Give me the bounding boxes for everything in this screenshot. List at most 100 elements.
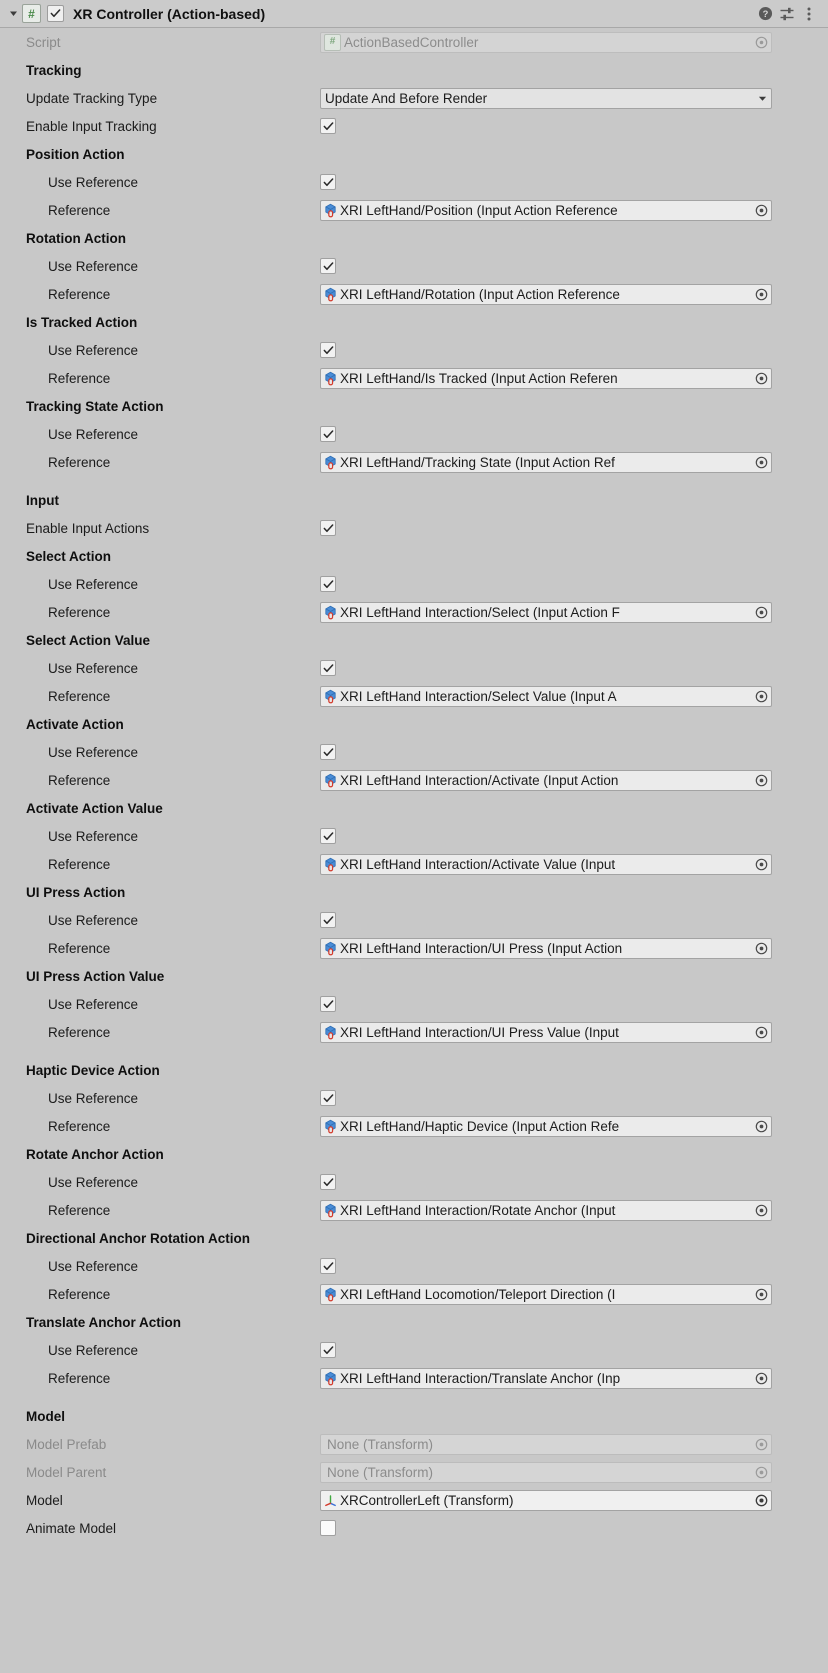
reference-object-field[interactable]: XRI LeftHand Interaction/Activate Value … bbox=[320, 853, 772, 875]
reference-value: XRI LeftHand/Rotation (Input Action Refe… bbox=[340, 286, 620, 302]
reference-value: XRI LeftHand/Position (Input Action Refe… bbox=[340, 202, 618, 218]
object-picker-icon[interactable] bbox=[752, 774, 771, 787]
reference-value: XRI LeftHand Interaction/UI Press (Input… bbox=[340, 940, 623, 956]
chevron-down-icon bbox=[753, 95, 771, 102]
row-model-prefab: Model Prefab None (Transform) bbox=[0, 1430, 828, 1458]
row-reference: Reference XRI LeftHand Interaction/Activ… bbox=[0, 850, 828, 878]
reference-object-field[interactable]: XRI LeftHand/Position (Input Action Refe… bbox=[320, 199, 772, 221]
object-picker-icon[interactable] bbox=[752, 690, 771, 703]
object-picker-icon[interactable] bbox=[752, 456, 771, 469]
row-reference: Reference XRI LeftHand Interaction/UI Pr… bbox=[0, 934, 828, 962]
row-reference: Reference XRI LeftHand Interaction/Selec… bbox=[0, 682, 828, 710]
reference-label: Reference bbox=[48, 1024, 111, 1040]
use-reference-checkbox[interactable] bbox=[320, 744, 336, 760]
row-use-reference: Use Reference bbox=[0, 570, 828, 598]
triangle-down-icon[interactable] bbox=[6, 7, 20, 21]
use-reference-checkbox[interactable] bbox=[320, 912, 336, 928]
use-reference-checkbox[interactable] bbox=[320, 1174, 336, 1190]
animate-model-checkbox[interactable] bbox=[320, 1520, 336, 1536]
page-title: XR Controller (Action-based) bbox=[73, 5, 266, 22]
row-use-reference: Use Reference bbox=[0, 1336, 828, 1364]
use-reference-checkbox[interactable] bbox=[320, 576, 336, 592]
input-action-reference-icon bbox=[322, 772, 339, 789]
reference-object-field[interactable]: XRI LeftHand Interaction/UI Press Value … bbox=[320, 1021, 772, 1043]
update-tracking-type-dropdown[interactable]: Update And Before Render bbox=[320, 87, 772, 109]
use-reference-checkbox[interactable] bbox=[320, 426, 336, 442]
kebab-menu-icon[interactable] bbox=[798, 3, 820, 25]
reference-object-field[interactable]: XRI LeftHand/Haptic Device (Input Action… bbox=[320, 1115, 772, 1137]
reference-object-field[interactable]: XRI LeftHand Interaction/Select Value (I… bbox=[320, 685, 772, 707]
use-reference-checkbox[interactable] bbox=[320, 660, 336, 676]
group-title-select-action: Select Action bbox=[26, 548, 112, 564]
object-picker-icon[interactable] bbox=[752, 606, 771, 619]
reference-value: XRI LeftHand Interaction/Activate (Input… bbox=[340, 772, 619, 788]
reference-value: XRI LeftHand Interaction/Select Value (I… bbox=[340, 688, 617, 704]
group-title-activate-action: Activate Action bbox=[26, 716, 124, 732]
tracking-action-groups: Position Action Use Reference Reference … bbox=[0, 140, 828, 476]
object-picker-icon[interactable] bbox=[752, 1372, 771, 1385]
input-action-reference-icon bbox=[322, 1024, 339, 1041]
use-reference-checkbox[interactable] bbox=[320, 996, 336, 1012]
reference-object-field[interactable]: XRI LeftHand Interaction/Rotate Anchor (… bbox=[320, 1199, 772, 1221]
reference-object-field[interactable]: XRI LeftHand Interaction/Translate Ancho… bbox=[320, 1367, 772, 1389]
help-icon[interactable]: ? bbox=[754, 3, 776, 25]
use-reference-label: Use Reference bbox=[48, 426, 139, 442]
reference-object-field[interactable]: XRI LeftHand Interaction/Activate (Input… bbox=[320, 769, 772, 791]
row-use-reference: Use Reference bbox=[0, 1084, 828, 1112]
update-tracking-type-value: Update And Before Render bbox=[325, 90, 488, 106]
reference-object-field[interactable]: XRI LeftHand/Rotation (Input Action Refe… bbox=[320, 283, 772, 305]
object-picker-icon[interactable] bbox=[752, 36, 771, 49]
animate-model-label: Animate Model bbox=[26, 1520, 117, 1536]
object-picker-icon[interactable] bbox=[752, 942, 771, 955]
enable-input-actions-checkbox[interactable] bbox=[320, 520, 336, 536]
row-use-reference: Use Reference bbox=[0, 1252, 828, 1280]
object-picker-icon[interactable] bbox=[752, 1288, 771, 1301]
reference-label: Reference bbox=[48, 1370, 111, 1386]
input-action-reference-icon bbox=[322, 454, 339, 471]
use-reference-checkbox[interactable] bbox=[320, 1258, 336, 1274]
object-picker-icon[interactable] bbox=[752, 1204, 771, 1217]
group-title-rotate-anchor-action: Rotate Anchor Action bbox=[26, 1146, 164, 1162]
object-picker-icon[interactable] bbox=[752, 1120, 771, 1133]
object-picker-icon[interactable] bbox=[752, 858, 771, 871]
group-title-position-action: Position Action bbox=[26, 146, 125, 162]
reference-object-field[interactable]: XRI LeftHand/Tracking State (Input Actio… bbox=[320, 451, 772, 473]
reference-object-field[interactable]: XRI LeftHand/Is Tracked (Input Action Re… bbox=[320, 367, 772, 389]
model-label: Model bbox=[26, 1492, 63, 1508]
use-reference-checkbox[interactable] bbox=[320, 258, 336, 274]
group-title-select-action-value: Select Action Value bbox=[26, 632, 151, 648]
object-picker-icon[interactable] bbox=[752, 372, 771, 385]
component-header[interactable]: # XR Controller (Action-based) ? bbox=[0, 0, 828, 28]
use-reference-checkbox[interactable] bbox=[320, 1342, 336, 1358]
reference-value: XRI LeftHand Locomotion/Teleport Directi… bbox=[340, 1286, 616, 1302]
model-parent-object-field: None (Transform) bbox=[320, 1461, 772, 1483]
reference-object-field[interactable]: XRI LeftHand Interaction/Select (Input A… bbox=[320, 601, 772, 623]
script-label: Script bbox=[26, 34, 61, 50]
group-title-activate-action-value: Activate Action Value bbox=[26, 800, 163, 816]
group-title-translate-anchor-action: Translate Anchor Action bbox=[26, 1314, 182, 1330]
object-picker-icon[interactable] bbox=[752, 288, 771, 301]
use-reference-checkbox[interactable] bbox=[320, 828, 336, 844]
model-object-field[interactable]: XRControllerLeft (Transform) bbox=[320, 1489, 772, 1511]
reference-label: Reference bbox=[48, 772, 111, 788]
model-parent-value: None (Transform) bbox=[327, 1464, 434, 1480]
enable-input-tracking-checkbox[interactable] bbox=[320, 118, 336, 134]
object-picker-icon[interactable] bbox=[752, 1494, 771, 1507]
use-reference-checkbox[interactable] bbox=[320, 342, 336, 358]
use-reference-checkbox[interactable] bbox=[320, 1090, 336, 1106]
group-title-directional-anchor-rotation-action: Directional Anchor Rotation Action bbox=[26, 1230, 251, 1246]
preset-icon[interactable] bbox=[776, 3, 798, 25]
reference-object-field[interactable]: XRI LeftHand Interaction/UI Press (Input… bbox=[320, 937, 772, 959]
component-enabled-checkbox[interactable] bbox=[47, 5, 64, 22]
section-model: Model bbox=[26, 1408, 65, 1424]
reference-object-field[interactable]: XRI LeftHand Locomotion/Teleport Directi… bbox=[320, 1283, 772, 1305]
row-reference: Reference XRI LeftHand/Haptic Device (In… bbox=[0, 1112, 828, 1140]
use-reference-checkbox[interactable] bbox=[320, 174, 336, 190]
reference-label: Reference bbox=[48, 202, 111, 218]
use-reference-label: Use Reference bbox=[48, 174, 139, 190]
object-picker-icon bbox=[752, 1466, 771, 1479]
reference-label: Reference bbox=[48, 286, 111, 302]
object-picker-icon[interactable] bbox=[752, 204, 771, 217]
row-reference: Reference XRI LeftHand Interaction/Rotat… bbox=[0, 1196, 828, 1224]
object-picker-icon[interactable] bbox=[752, 1026, 771, 1039]
